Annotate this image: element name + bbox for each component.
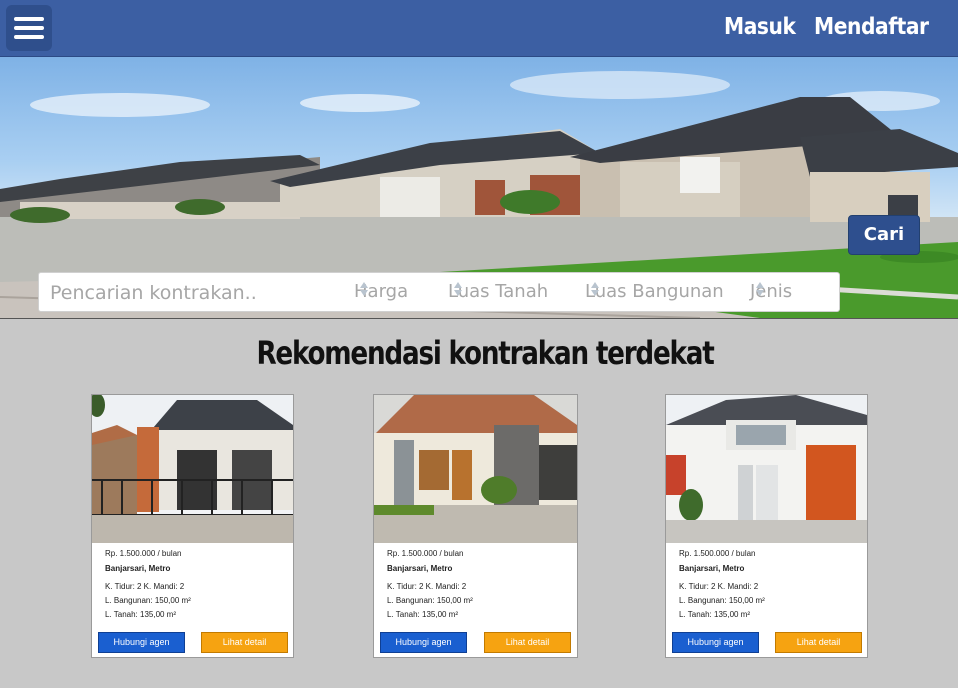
land-area-filter-dropdown[interactable]: Luas Tanah — [448, 281, 548, 302]
listing-card: Rp. 1.500.000 / bulan Banjarsari, Metro … — [91, 394, 294, 658]
listing-price: Rp. 1.500.000 / bulan — [105, 549, 182, 558]
listing-rooms: K. Tidur: 2 K. Mandi: 2 — [387, 582, 467, 591]
listing-location: Banjarsari, Metro — [387, 564, 453, 573]
listing-photo[interactable] — [374, 395, 577, 543]
top-navbar: Masuk Mendaftar — [0, 0, 958, 57]
building-area-filter-label: Luas Bangunan — [585, 281, 724, 302]
contact-agent-button[interactable]: Hubungi agen — [672, 632, 759, 653]
login-link[interactable]: Masuk — [724, 14, 796, 40]
listing-location: Banjarsari, Metro — [105, 564, 171, 573]
listing-location: Banjarsari, Metro — [679, 564, 745, 573]
contact-agent-button[interactable]: Hubungi agen — [98, 632, 185, 653]
listing-price: Rp. 1.500.000 / bulan — [679, 549, 756, 558]
price-filter-dropdown[interactable]: Harga — [354, 281, 408, 302]
listing-building-area: L. Bangunan: 150,00 m² — [679, 596, 765, 605]
listing-building-area: L. Bangunan: 150,00 m² — [105, 596, 191, 605]
building-area-filter-dropdown[interactable]: Luas Bangunan — [585, 281, 724, 302]
search-button[interactable]: Cari — [848, 215, 920, 255]
section-title: Rekomendasi kontrakan terdekat — [256, 334, 714, 372]
land-area-filter-label: Luas Tanah — [448, 281, 549, 302]
register-link[interactable]: Mendaftar — [814, 14, 929, 40]
sort-arrows-icon — [454, 282, 462, 296]
listing-land-area: L. Tanah: 135,00 m² — [679, 610, 751, 619]
listing-price: Rp. 1.500.000 / bulan — [387, 549, 464, 558]
view-detail-button[interactable]: Lihat detail — [775, 632, 862, 653]
listing-card: Rp. 1.500.000 / bulan Banjarsari, Metro … — [373, 394, 578, 658]
listing-land-area: L. Tanah: 135,00 m² — [105, 610, 177, 619]
search-input[interactable] — [39, 273, 352, 313]
listing-rooms: K. Tidur: 2 K. Mandi: 2 — [679, 582, 759, 591]
listing-card: Rp. 1.500.000 / bulan Banjarsari, Metro … — [665, 394, 868, 658]
search-bar: Harga Luas Tanah Luas Bangunan Jenis — [38, 272, 840, 313]
listing-photo[interactable] — [92, 395, 293, 543]
sort-arrows-icon — [591, 282, 599, 296]
view-detail-button[interactable]: Lihat detail — [484, 632, 571, 653]
contact-agent-button[interactable]: Hubungi agen — [380, 632, 467, 653]
listing-photo[interactable] — [666, 395, 867, 543]
hamburger-menu-icon[interactable] — [6, 5, 52, 51]
type-filter-dropdown[interactable]: Jenis — [750, 281, 792, 302]
sort-arrows-icon — [756, 282, 764, 296]
listing-building-area: L. Bangunan: 150,00 m² — [387, 596, 473, 605]
hero-banner: Harga Luas Tanah Luas Bangunan Jenis Car… — [0, 57, 958, 319]
listing-land-area: L. Tanah: 135,00 m² — [387, 610, 459, 619]
view-detail-button[interactable]: Lihat detail — [201, 632, 288, 653]
sort-arrows-icon — [360, 282, 368, 296]
listing-rooms: K. Tidur: 2 K. Mandi: 2 — [105, 582, 185, 591]
